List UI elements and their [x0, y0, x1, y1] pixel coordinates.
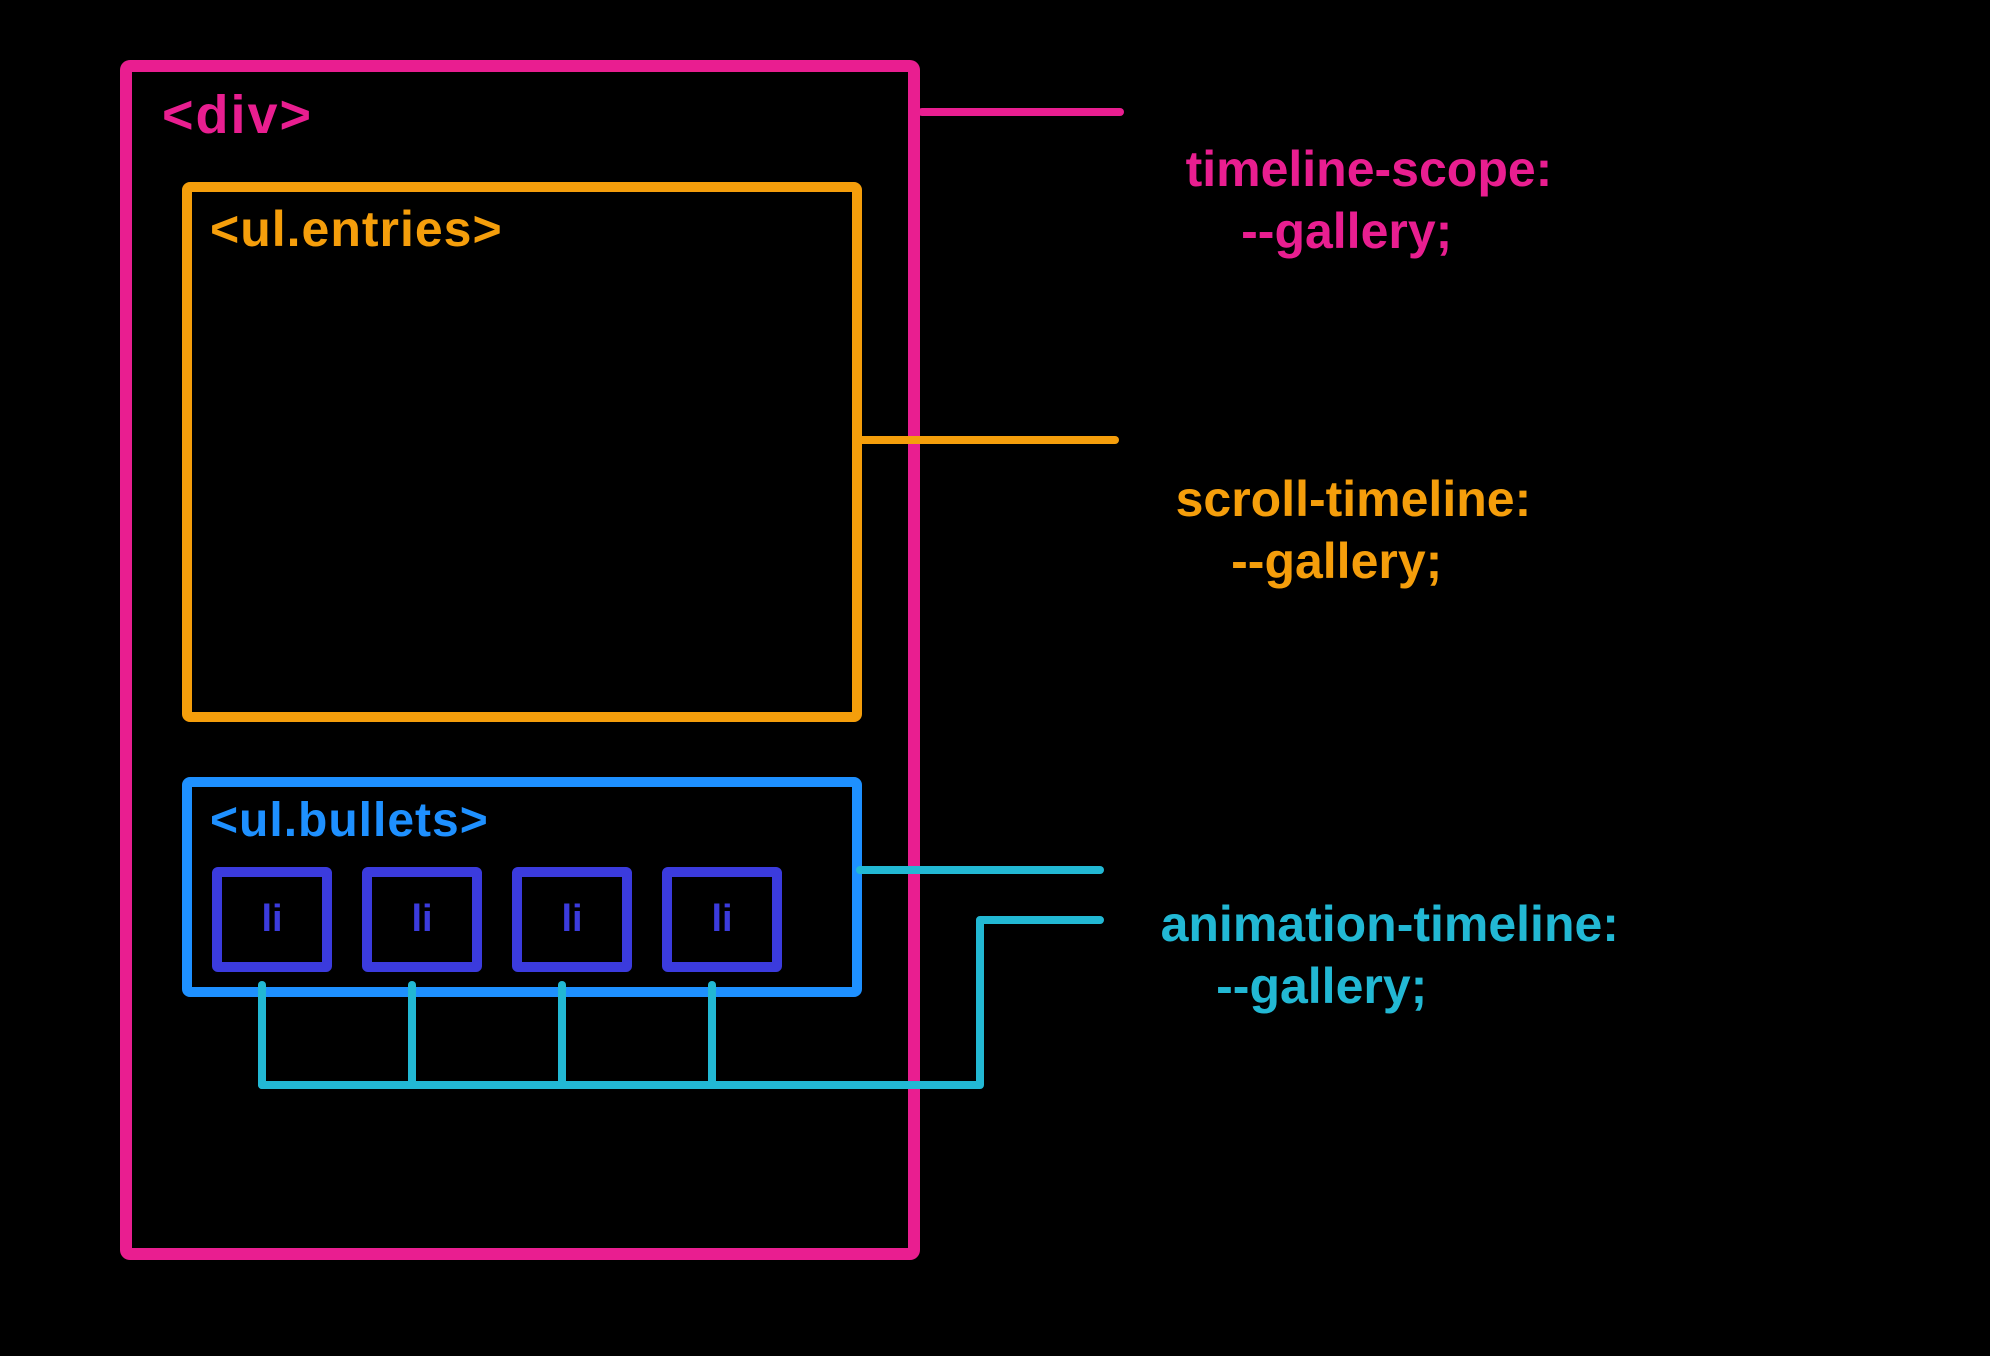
annotation-value: --gallery; — [1231, 533, 1442, 589]
annotation-value: --gallery; — [1241, 203, 1452, 259]
annotation-timeline-scope: timeline-scope: --gallery; — [1130, 75, 1552, 325]
li-box: li — [362, 867, 482, 972]
outer-div-box: <div> <ul.entries> <ul.bullets> li li li… — [120, 60, 920, 1260]
entries-box: <ul.entries> — [182, 182, 862, 722]
annotation-label: scroll-timeline: — [1176, 471, 1532, 527]
bullets-box: <ul.bullets> li li li li — [182, 777, 862, 997]
li-box: li — [212, 867, 332, 972]
bullets-li-row: li li li li — [212, 867, 782, 972]
annotation-label: animation-timeline: — [1161, 896, 1619, 952]
outer-div-label: <div> — [162, 84, 313, 146]
annotation-label: timeline-scope: — [1186, 141, 1553, 197]
entries-label: <ul.entries> — [210, 200, 503, 258]
annotation-value: --gallery; — [1216, 958, 1427, 1014]
bullets-label: <ul.bullets> — [210, 793, 489, 848]
css-timeline-scope-diagram: <div> <ul.entries> <ul.bullets> li li li… — [0, 0, 1990, 1356]
annotation-scroll-timeline: scroll-timeline: --gallery; — [1120, 405, 1531, 655]
li-box: li — [662, 867, 782, 972]
li-box: li — [512, 867, 632, 972]
annotation-animation-timeline: animation-timeline: --gallery; — [1105, 830, 1619, 1080]
